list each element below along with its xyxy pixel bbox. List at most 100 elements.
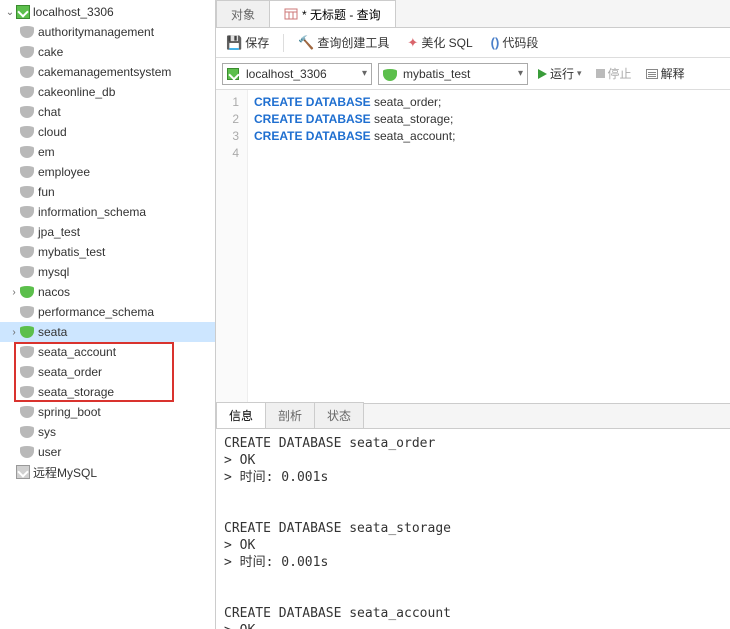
database-node[interactable]: performance_schema [0, 302, 215, 322]
connection-label: localhost_3306 [33, 5, 114, 19]
database-label: user [38, 445, 61, 459]
database-icon [20, 266, 34, 278]
database-label: seata_account [38, 345, 116, 359]
database-node[interactable]: authoritymanagement [0, 22, 215, 42]
database-icon [20, 186, 34, 198]
stop-button: 停止 [592, 63, 636, 84]
database-node[interactable]: employee [0, 162, 215, 182]
chevron-down-icon: ▾ [518, 68, 523, 79]
result-tabs: 信息 剖析 状态 [216, 403, 730, 429]
database-label: information_schema [38, 205, 146, 219]
database-icon [20, 206, 34, 218]
database-label: mysql [38, 265, 69, 279]
save-button[interactable]: 💾 保存 [222, 32, 273, 53]
database-label: cloud [38, 125, 67, 139]
database-node[interactable]: mysql [0, 262, 215, 282]
sidebar: ⌄ localhost_3306 authoritymanagement cake… [0, 0, 216, 629]
database-node[interactable]: jpa_test [0, 222, 215, 242]
database-icon [20, 286, 34, 298]
chevron-down-icon: ⌄ [4, 7, 16, 18]
database-icon [20, 346, 34, 358]
play-icon [538, 69, 547, 79]
database-node[interactable]: › seata [0, 322, 215, 342]
database-node[interactable]: chat [0, 102, 215, 122]
database-icon [20, 246, 34, 258]
database-label: cake [38, 45, 63, 59]
database-label: fun [38, 185, 55, 199]
tab-profile[interactable]: 剖析 [265, 402, 315, 428]
database-node[interactable]: cakeonline_db [0, 82, 215, 102]
database-node[interactable]: cake [0, 42, 215, 62]
database-node[interactable]: cakemanagementsystem [0, 62, 215, 82]
tab-query[interactable]: * 无标题 - 查询 [269, 0, 396, 27]
connection-node[interactable]: ⌄ localhost_3306 [0, 2, 215, 22]
database-node[interactable]: mybatis_test [0, 242, 215, 262]
connection-icon [227, 68, 239, 80]
explain-icon [646, 69, 658, 79]
database-icon [20, 166, 34, 178]
database-node[interactable]: sys [0, 422, 215, 442]
toolbar-secondary: localhost_3306 ▾ mybatis_test ▾ 运行 ▾ 停止 … [216, 58, 730, 90]
database-icon [20, 26, 34, 38]
database-label: employee [38, 165, 90, 179]
code-area[interactable]: CREATE DATABASE seata_order;CREATE DATAB… [248, 90, 730, 403]
database-label: jpa_test [38, 225, 80, 239]
database-node[interactable]: seata_order [0, 362, 215, 382]
beautify-button[interactable]: ✦ 美化 SQL [403, 32, 476, 53]
database-node[interactable]: fun [0, 182, 215, 202]
paren-icon: () [491, 35, 500, 50]
line-gutter: 1234 [216, 90, 248, 403]
toolbar: 💾 保存 🔨 查询创建工具 ✦ 美化 SQL () 代码段 [216, 28, 730, 58]
database-icon [20, 406, 34, 418]
database-label: nacos [38, 285, 70, 299]
database-icon [20, 366, 34, 378]
database-icon [20, 306, 34, 318]
database-label: mybatis_test [38, 245, 105, 259]
database-label: seata [38, 325, 67, 339]
chevron-down-icon[interactable]: ▾ [577, 68, 582, 79]
sparkle-icon: ✦ [407, 35, 418, 51]
query-icon [284, 7, 298, 21]
database-node[interactable]: information_schema [0, 202, 215, 222]
database-node[interactable]: › nacos [0, 282, 215, 302]
database-node[interactable]: seata_storage [0, 382, 215, 402]
main-panel: 对象 * 无标题 - 查询 💾 保存 🔨 查询创建工具 ✦ 美化 SQL () … [216, 0, 730, 629]
sql-editor[interactable]: 1234 CREATE DATABASE seata_order;CREATE … [216, 90, 730, 403]
tab-objects[interactable]: 对象 [216, 0, 270, 27]
database-select[interactable]: mybatis_test ▾ [378, 63, 528, 85]
database-label: chat [38, 105, 61, 119]
database-icon [20, 446, 34, 458]
database-label: authoritymanagement [38, 25, 154, 39]
connection-select[interactable]: localhost_3306 ▾ [222, 63, 372, 85]
database-icon [20, 326, 34, 338]
explain-button[interactable]: 解释 [642, 63, 689, 84]
connection-icon [16, 5, 30, 19]
save-icon: 💾 [226, 35, 242, 51]
remote-connection-node[interactable]: 远程MySQL [0, 462, 215, 482]
database-label: seata_storage [38, 385, 114, 399]
run-button[interactable]: 运行 ▾ [534, 63, 586, 84]
database-node[interactable]: seata_account [0, 342, 215, 362]
output-panel: CREATE DATABASE seata_order > OK > 时间: 0… [216, 429, 730, 629]
database-icon [20, 46, 34, 58]
database-node[interactable]: spring_boot [0, 402, 215, 422]
database-label: performance_schema [38, 305, 154, 319]
database-node[interactable]: user [0, 442, 215, 462]
database-icon [20, 126, 34, 138]
tab-info[interactable]: 信息 [216, 402, 266, 428]
database-icon [20, 146, 34, 158]
database-label: em [38, 145, 55, 159]
tool-icon: 🔨 [298, 35, 314, 51]
database-icon [20, 86, 34, 98]
chevron-right-icon: › [8, 287, 20, 298]
chevron-down-icon: ▾ [362, 68, 367, 79]
database-node[interactable]: em [0, 142, 215, 162]
tab-status[interactable]: 状态 [314, 402, 364, 428]
database-node[interactable]: cloud [0, 122, 215, 142]
stop-icon [596, 69, 605, 78]
chevron-right-icon: › [8, 327, 20, 338]
remote-connection-label: 远程MySQL [33, 464, 97, 481]
snippet-button[interactable]: () 代码段 [487, 32, 543, 53]
database-icon [20, 106, 34, 118]
query-builder-button[interactable]: 🔨 查询创建工具 [294, 32, 393, 53]
